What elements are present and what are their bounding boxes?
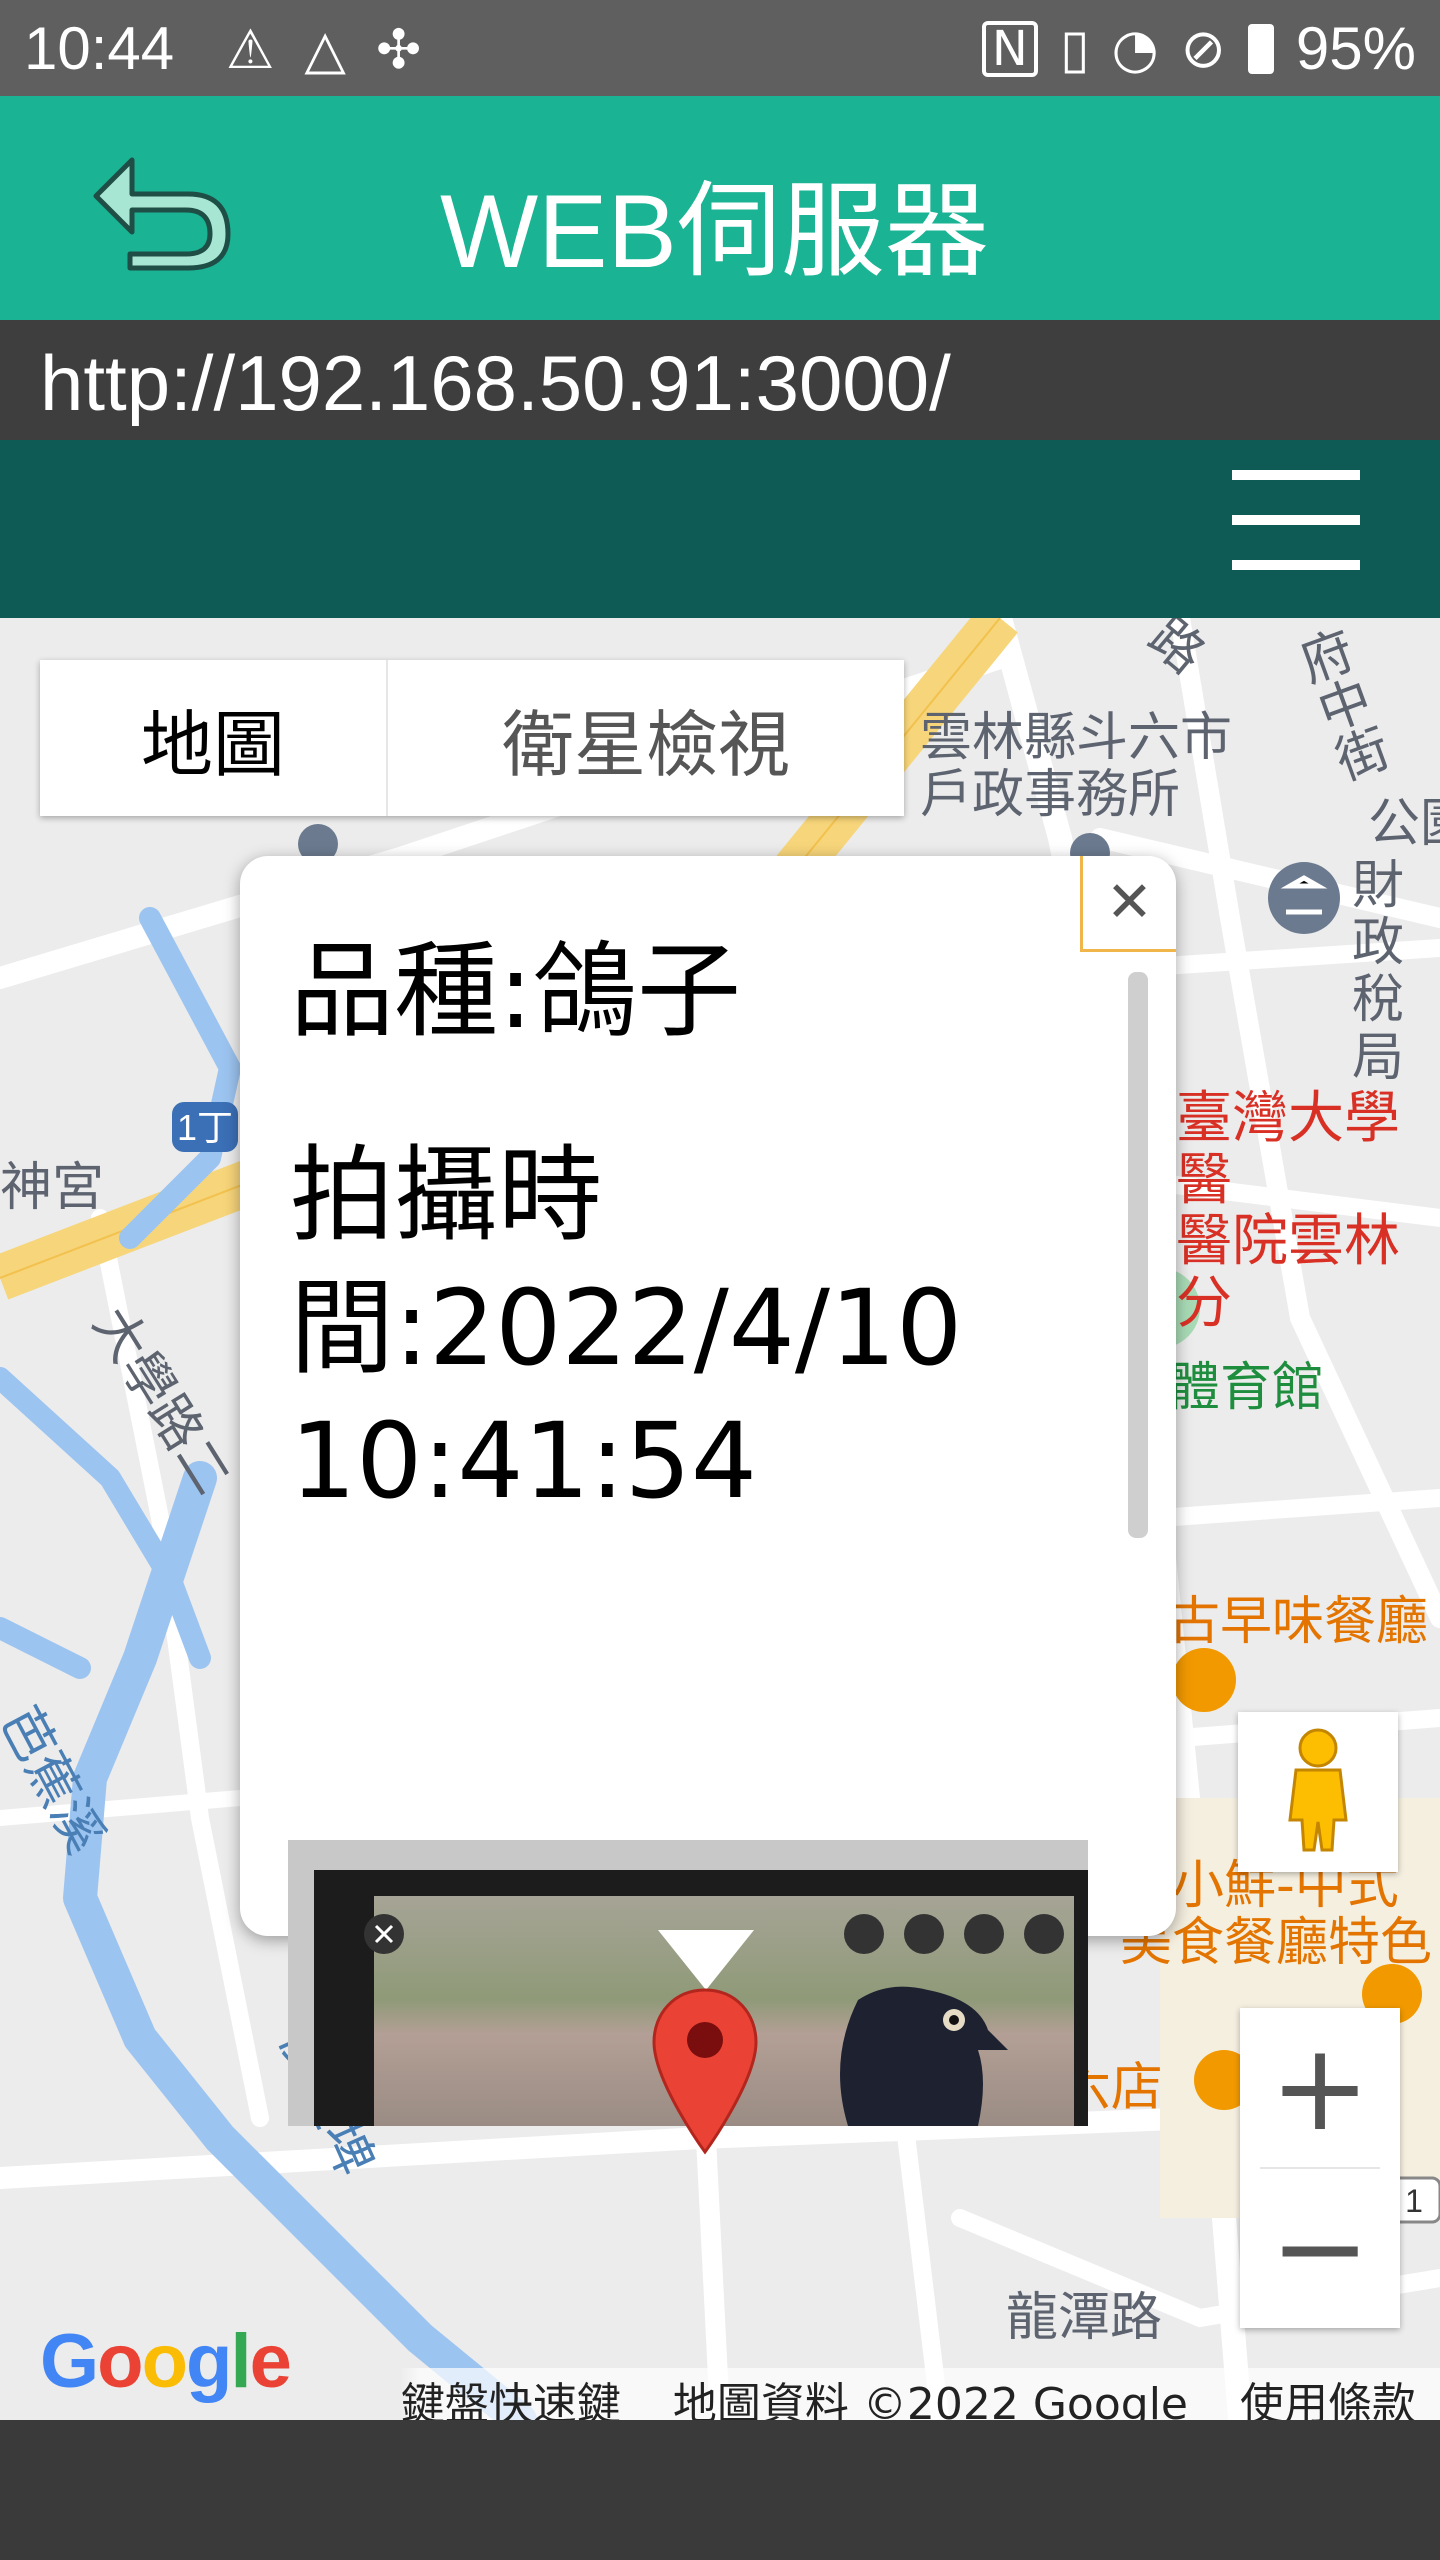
battery-percent: 95% <box>1295 15 1416 82</box>
map-label-household-office: 雲林縣斗六市 戶政事務所 <box>920 708 1233 826</box>
info-content: 品種:鴿子 拍攝時 間:2022/4/10 10:41:54 <box>290 906 1090 1528</box>
status-system-icons: N ▯ ◔ ⊘ 95% <box>981 14 1416 83</box>
nfc-icon: N <box>981 20 1038 77</box>
web-navbar <box>0 440 1440 618</box>
terms-of-use-link[interactable]: 使用條款 <box>1240 2368 1416 2420</box>
status-time: 10:44 <box>24 15 175 82</box>
map-label-park: 公園 <box>1368 794 1440 854</box>
zoom-out-button[interactable]: − <box>1240 2168 1400 2328</box>
vibrate-icon: ▯ <box>1059 17 1090 80</box>
no-sim-icon: ⊘ <box>1180 17 1226 80</box>
battery-icon <box>1247 23 1274 74</box>
map-label-gym: 體育館 <box>1168 1358 1325 1418</box>
server-url[interactable]: http://192.168.50.91:3000/ <box>40 338 951 429</box>
map-label-shrine: 神宮 <box>0 1158 105 1218</box>
app-title: WEB伺服器 <box>440 174 989 290</box>
wifi-icon: ◔ <box>1111 17 1159 80</box>
app-bar: WEB伺服器 <box>0 96 1440 320</box>
info-window: ✕ 品種:鴿子 拍攝時 間:2022/4/10 10:41:54 <box>240 856 1176 2126</box>
route-1d-shield: 1丁 <box>177 1107 233 1148</box>
google-map[interactable]: 1丁 1 雲林縣斗六市 戶政事務所 府中街 路 公園 財政 稅局 臺灣大學醫 醫… <box>0 618 1440 2420</box>
map-marker-icon[interactable] <box>650 1986 760 2156</box>
map-label-tax-office: 財政 稅局 <box>1352 856 1405 1088</box>
map-type-map-button[interactable]: 地圖 <box>40 660 388 816</box>
bird-breed: 品種:鴿子 <box>290 930 742 1052</box>
status-notification-icons: ⚠ △ ✣ <box>226 18 421 81</box>
map-label-longtan-road: 龍潭路 <box>1006 2288 1163 2348</box>
map-type-toggle: 地圖 衛星檢視 <box>40 660 904 816</box>
bottom-bar <box>0 2420 1440 2560</box>
pegman-icon[interactable] <box>1238 1712 1398 1872</box>
capture-time: 拍攝時 間:2022/4/10 10:41:54 <box>290 1134 963 1523</box>
status-bar: 10:44 ⚠ △ ✣ N ▯ ◔ ⊘ 95% <box>0 0 1440 96</box>
drive-icon: △ <box>304 18 346 81</box>
map-label-hospital: 臺灣大學醫 醫院雲林分 <box>1176 1086 1400 1336</box>
map-type-satellite-button[interactable]: 衛星檢視 <box>388 660 904 816</box>
info-window-pointer <box>658 1930 754 1990</box>
fan-icon: ✣ <box>375 18 422 81</box>
map-label-breakfast-shop: 古早味餐廳 <box>1168 1592 1429 1652</box>
zoom-control: + − <box>1240 2008 1400 2328</box>
close-icon[interactable]: ✕ <box>1080 856 1176 952</box>
url-bar: http://192.168.50.91:3000/ <box>0 320 1440 440</box>
zoom-in-button[interactable]: + <box>1240 2008 1400 2168</box>
info-scrollbar[interactable] <box>1128 972 1148 1538</box>
map-data-text: 地圖資料 ©2022 Google <box>672 2379 1188 2420</box>
map-attribution: 鍵盤快速鍵 地圖資料 ©2022 Google 使用條款 <box>0 2368 1440 2420</box>
warning-icon: ⚠ <box>226 18 275 81</box>
route-1-shield: 1 <box>1405 2183 1423 2219</box>
back-arrow-icon[interactable] <box>90 144 240 274</box>
keyboard-shortcuts-link[interactable]: 鍵盤快速鍵 <box>401 2368 621 2420</box>
hamburger-menu-icon[interactable] <box>1232 470 1360 570</box>
